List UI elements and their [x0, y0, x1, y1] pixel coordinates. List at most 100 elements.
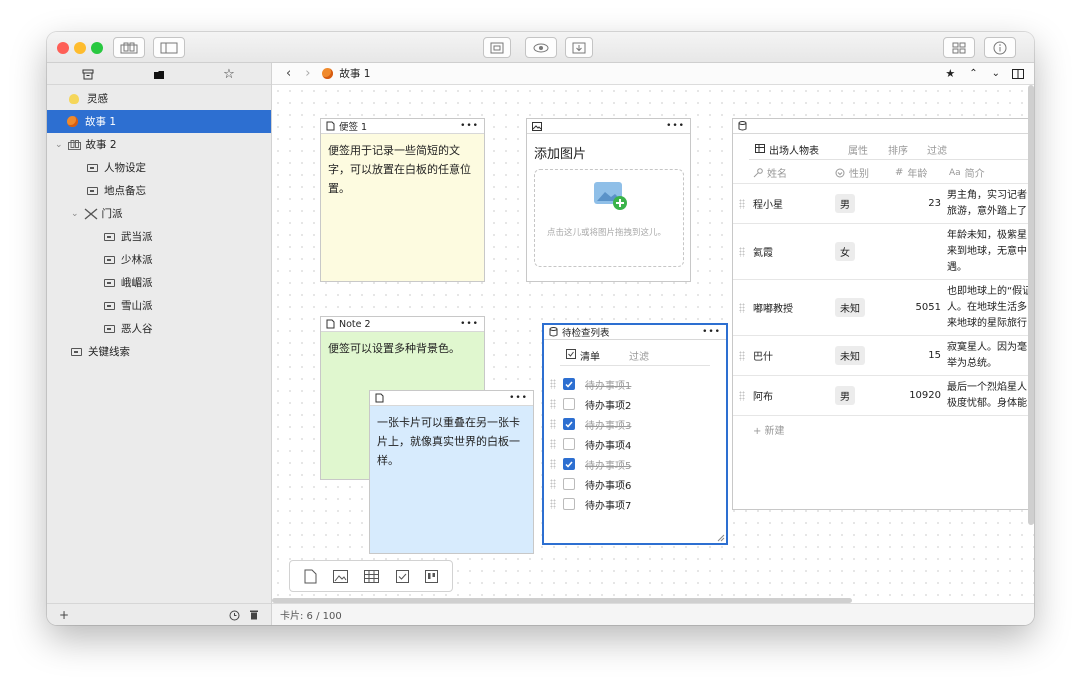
more-button[interactable]: ••• [666, 121, 685, 131]
cell-name[interactable]: 氦霞 [753, 224, 773, 279]
checklist-icon[interactable] [395, 569, 409, 583]
cell-age[interactable] [891, 224, 941, 279]
back-button[interactable]: ‹ [286, 66, 291, 81]
previous-button[interactable]: ⌃ [969, 68, 977, 79]
todo-label[interactable]: 待办事项3 [585, 417, 631, 432]
table-row[interactable]: 嘟嘟教授 未知 5051 也即地球上的“假证 人。在地球生活多 来地球的星际旅行 [733, 280, 1034, 336]
sidebar-item-wudang[interactable]: 武当派 [47, 225, 271, 248]
trash-icon[interactable] [249, 609, 259, 620]
cell-age[interactable]: 5051 [891, 280, 941, 335]
image-drop-zone[interactable]: 点击这儿或将图片拖拽到这儿。 [534, 169, 684, 267]
cell-intro[interactable]: 也即地球上的“假证 人。在地球生活多 来地球的星际旅行 [947, 280, 1034, 335]
card-header[interactable] [733, 119, 1034, 134]
checklist-card[interactable]: 待检查列表 ••• 清单 过滤 待办事项1 待办事项2 待办事项3 待办事项4 … [542, 323, 728, 545]
star-icon[interactable]: ☆ [221, 67, 237, 82]
todo-label[interactable]: 待办事项5 [585, 457, 631, 472]
todo-label[interactable]: 待办事项2 [585, 397, 631, 412]
sidebar-item-emei[interactable]: 峨嵋派 [47, 271, 271, 294]
table-view-name[interactable]: 出场人物表 [769, 142, 819, 157]
info-button[interactable] [984, 37, 1016, 58]
sidebar-item-xueshan[interactable]: 雪山派 [47, 294, 271, 317]
tab-filter[interactable]: 过滤 [927, 142, 947, 157]
board-view-button[interactable] [113, 37, 145, 58]
drag-handle[interactable] [550, 499, 556, 509]
todo-item[interactable]: 待办事项4 [544, 434, 726, 454]
more-button[interactable]: ••• [509, 393, 528, 403]
table-row[interactable]: 程小星 男 23 男主角，实习记者 旅游，意外踏上了 [733, 184, 1034, 224]
card-header[interactable]: 便签 1 ••• [321, 119, 484, 134]
sidebar-item-inspiration[interactable]: 灵感 [47, 87, 271, 110]
table-icon[interactable] [364, 569, 380, 583]
cell-gender[interactable]: 女 [835, 224, 855, 279]
tab-properties[interactable]: 属性 [848, 142, 868, 157]
drag-handle[interactable] [550, 419, 556, 429]
image-icon[interactable] [333, 569, 349, 583]
sidebar-item-eren-valley[interactable]: 恶人谷 [47, 317, 271, 340]
checkbox[interactable] [563, 498, 575, 510]
checkbox[interactable] [563, 418, 575, 430]
zoom-window-button[interactable] [91, 42, 103, 54]
favorite-button[interactable]: ★ [945, 67, 955, 80]
cell-name[interactable]: 程小星 [753, 184, 783, 223]
resize-handle-icon[interactable] [717, 534, 725, 542]
next-button[interactable]: ⌄ [992, 68, 1000, 79]
drag-handle[interactable] [739, 199, 745, 209]
sidebar-item-locations[interactable]: 地点备忘 [47, 179, 271, 202]
todo-item[interactable]: 待办事项5 [544, 454, 726, 474]
cell-intro[interactable]: 寂寞星人。因为毫 举为总统。 [947, 336, 1034, 375]
drag-handle[interactable] [739, 391, 745, 401]
drag-handle[interactable] [550, 379, 556, 389]
checkbox[interactable] [563, 438, 575, 450]
fit-screen-button[interactable] [483, 37, 511, 58]
todo-item[interactable]: 待办事项6 [544, 474, 726, 494]
column-header[interactable]: 姓名 [753, 162, 787, 183]
cell-gender[interactable]: 未知 [835, 280, 865, 335]
card-header[interactable]: 待检查列表 ••• [544, 325, 726, 340]
drag-handle[interactable] [550, 399, 556, 409]
table-row[interactable]: 阿布 男 10920 最后一个烈焰星人 极度忧郁。身体能 [733, 376, 1034, 416]
note-card-3[interactable]: ••• 一张卡片可以重叠在另一张卡片上，就像真实世界的白板一样。 [369, 390, 534, 554]
todo-label[interactable]: 待办事项4 [585, 437, 631, 452]
cell-gender[interactable]: 男 [835, 376, 855, 415]
checkbox[interactable] [563, 378, 575, 390]
sidebar-item-sects[interactable]: ⌄ 门派 [47, 202, 271, 225]
split-view-icon[interactable] [1012, 68, 1024, 79]
todo-item[interactable]: 待办事项7 [544, 494, 726, 514]
todo-item[interactable]: 待办事项3 [544, 414, 726, 434]
note-text[interactable]: 一张卡片可以重叠在另一张卡片上，就像真实世界的白板一样。 [370, 406, 533, 477]
forward-button[interactable]: › [305, 66, 310, 81]
cell-intro[interactable]: 最后一个烈焰星人 极度忧郁。身体能 [947, 376, 1034, 415]
column-header[interactable]: # 年龄 [895, 162, 927, 183]
note-card-1[interactable]: 便签 1 ••• 便签用于记录一些简短的文字，可以放置在白板的任意位置。 [320, 118, 485, 282]
card-header[interactable]: ••• [370, 391, 533, 406]
cell-gender[interactable]: 未知 [835, 336, 865, 375]
tab-sort[interactable]: 排序 [888, 142, 908, 157]
table-row[interactable]: 氦霞 女 年龄未知，极紫星 来到地球，无意中 遇。 [733, 224, 1034, 280]
drag-handle[interactable] [550, 439, 556, 449]
cell-gender[interactable]: 男 [835, 184, 855, 223]
table-row[interactable]: 巴什 未知 15 寂寞星人。因为毫 举为总统。 [733, 336, 1034, 376]
sidebar-item-story-2[interactable]: ⌄ 故事 2 [47, 133, 271, 156]
todo-item[interactable]: 待办事项2 [544, 394, 726, 414]
drag-handle[interactable] [550, 459, 556, 469]
tab-filter[interactable]: 过滤 [629, 348, 649, 363]
cell-intro[interactable]: 男主角，实习记者 旅游，意外踏上了 [947, 184, 1034, 223]
drag-handle[interactable] [739, 247, 745, 257]
kanban-icon[interactable] [424, 569, 438, 583]
cell-name[interactable]: 阿布 [753, 376, 773, 415]
todo-item[interactable]: 待办事项1 [544, 374, 726, 394]
table-card[interactable]: 出场人物表 属性 排序 过滤 姓名 性别 # 年龄 Aa 简介 程小星 男 23… [732, 118, 1034, 510]
layout-button[interactable] [943, 37, 975, 58]
note-text[interactable]: 便签可以设置多种背景色。 [321, 332, 484, 365]
clock-icon[interactable] [229, 610, 240, 621]
sidebar-item-characters[interactable]: 人物设定 [47, 156, 271, 179]
vertical-scrollbar[interactable] [1028, 85, 1034, 525]
drag-handle[interactable] [739, 303, 745, 313]
todo-label[interactable]: 待办事项6 [585, 477, 631, 492]
chevron-down-icon[interactable]: ⌄ [55, 140, 63, 150]
close-window-button[interactable] [57, 42, 69, 54]
image-card[interactable]: ••• 添加图片 点击这儿或将图片拖拽到这儿。 [526, 118, 691, 282]
sidebar-item-key-clues[interactable]: 关键线索 [47, 340, 271, 363]
sidebar-item-story-1[interactable]: 故事 1 [47, 110, 271, 133]
tab-list[interactable]: 清单 [580, 348, 600, 363]
